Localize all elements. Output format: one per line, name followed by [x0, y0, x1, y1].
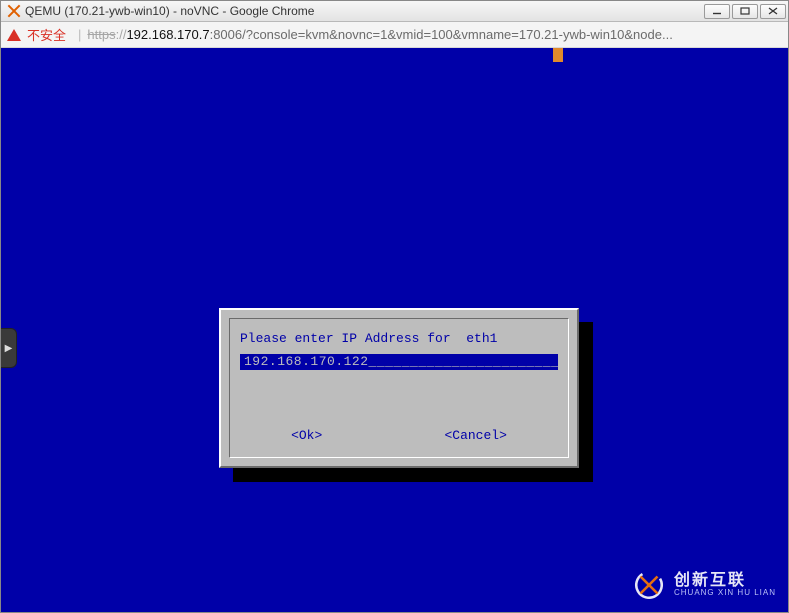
- dialog-buttons: <Ok> <Cancel>: [230, 428, 568, 443]
- watermark-en: CHUANG XIN HU LIAN: [674, 589, 776, 598]
- maximize-button[interactable]: [732, 4, 758, 19]
- ip-input-pad: _______________________: [369, 354, 560, 369]
- separator: |: [78, 27, 81, 42]
- app-icon: [7, 4, 21, 18]
- insecure-label: 不安全: [27, 25, 66, 44]
- ok-button[interactable]: <Ok>: [291, 428, 322, 443]
- minimize-button[interactable]: [704, 4, 730, 19]
- window-title: QEMU (170.21-ywb-win10) - noVNC - Google…: [25, 4, 314, 18]
- warning-icon: [7, 29, 21, 41]
- watermark: 创新互联 CHUANG XIN HU LIAN: [632, 568, 776, 602]
- dialog-prompt: Please enter IP Address for eth1: [240, 331, 558, 346]
- vnc-viewport[interactable]: ▶ Please enter IP Address for eth1 192.1…: [1, 48, 788, 612]
- cancel-button[interactable]: <Cancel>: [444, 428, 506, 443]
- url-rest: :8006/?console=kvm&novnc=1&vmid=100&vmna…: [210, 27, 673, 42]
- close-button[interactable]: [760, 4, 786, 19]
- url-host: 192.168.170.7: [126, 27, 209, 42]
- watermark-text: 创新互联 CHUANG XIN HU LIAN: [674, 572, 776, 598]
- ip-dialog: Please enter IP Address for eth1 192.168…: [219, 308, 579, 468]
- window-titlebar: QEMU (170.21-ywb-win10) - noVNC - Google…: [1, 1, 788, 22]
- novnc-panel-toggle[interactable]: ▶: [1, 328, 17, 368]
- watermark-logo-icon: [632, 568, 666, 602]
- chevron-right-icon: ▶: [5, 343, 13, 354]
- ip-input[interactable]: 192.168.170.122_______________________: [240, 354, 558, 370]
- watermark-cn: 创新互联: [674, 572, 776, 590]
- ip-input-value: 192.168.170.122: [244, 354, 369, 369]
- url-protocol-sep: ://: [116, 27, 127, 42]
- cursor-marker: [553, 48, 563, 62]
- dialog-inner: Please enter IP Address for eth1 192.168…: [229, 318, 569, 458]
- address-bar[interactable]: 不安全 | https://192.168.170.7:8006/?consol…: [1, 22, 788, 48]
- tui-dialog-wrap: Please enter IP Address for eth1 192.168…: [219, 308, 579, 468]
- url-protocol: https: [87, 27, 115, 42]
